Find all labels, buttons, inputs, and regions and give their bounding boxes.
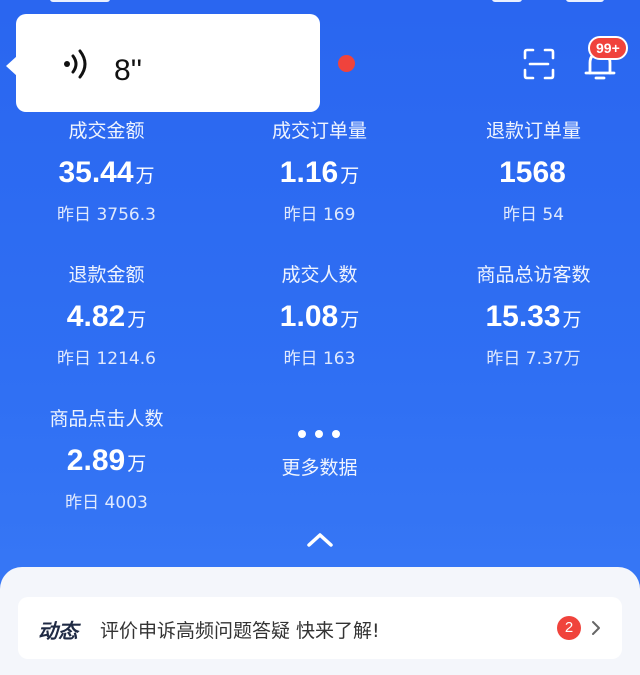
metric-label: 成交金额 xyxy=(68,120,145,142)
metric-value: 1.08 万 xyxy=(279,300,360,333)
metric-yesterday: 昨日 4003 xyxy=(65,493,148,513)
news-tag: 动态 xyxy=(38,619,78,643)
metric-orders[interactable]: 成交订单量 1.16 万 昨日 169 xyxy=(213,120,426,225)
more-data-button[interactable]: 更多数据 xyxy=(213,420,426,480)
notification-button[interactable]: 99+ xyxy=(582,36,628,86)
metric-label: 商品点击人数 xyxy=(49,408,164,430)
metric-yesterday: 昨日 1214.6 xyxy=(57,349,156,369)
metric-label: 成交人数 xyxy=(281,264,358,286)
metric-label: 退款订单量 xyxy=(485,120,581,142)
metric-value: 1568 xyxy=(499,156,566,189)
metric-label: 商品总访客数 xyxy=(476,264,591,286)
voice-message-bubble[interactable]: 8'' xyxy=(6,14,320,112)
chevron-up-icon[interactable] xyxy=(305,530,335,548)
metric-yesterday: 昨日 54 xyxy=(502,205,565,225)
metric-visitors[interactable]: 商品总访客数 15.33 万 昨日 7.37万 xyxy=(427,264,640,369)
metric-refund-orders[interactable]: 退款订单量 1568 昨日 54 xyxy=(427,120,640,225)
metric-buyers[interactable]: 成交人数 1.08 万 昨日 163 xyxy=(213,264,426,369)
metric-yesterday: 昨日 7.37万 xyxy=(486,349,581,369)
news-bar[interactable]: 动态 评价申诉高频问题答疑 快来了解! 2 xyxy=(18,597,622,659)
metric-value: 15.33 万 xyxy=(485,300,582,333)
news-text: 评价申诉高频问题答疑 快来了解! xyxy=(100,620,380,642)
metric-yesterday: 昨日 169 xyxy=(283,205,356,225)
metric-clicks[interactable]: 商品点击人数 2.89 万 昨日 4003 xyxy=(0,408,213,513)
metric-yesterday: 昨日 3756.3 xyxy=(57,205,156,225)
scan-icon[interactable] xyxy=(523,48,555,80)
metric-value: 35.44 万 xyxy=(58,156,155,189)
more-dots-icon xyxy=(298,430,340,438)
metric-value: 2.89 万 xyxy=(66,444,147,477)
notification-badge: 99+ xyxy=(588,36,628,60)
metric-gmv[interactable]: 成交金额 35.44 万 昨日 3756.3 xyxy=(0,120,213,225)
voice-icon xyxy=(64,49,87,79)
metric-value: 1.16 万 xyxy=(279,156,360,189)
metric-label: 成交订单量 xyxy=(271,120,367,142)
unread-dot xyxy=(338,55,355,72)
more-data-label: 更多数据 xyxy=(281,457,358,479)
metric-refund-amount[interactable]: 退款金额 4.82 万 昨日 1214.6 xyxy=(0,264,213,369)
metric-yesterday: 昨日 163 xyxy=(283,349,356,369)
metric-label: 退款金额 xyxy=(68,264,145,286)
metric-value: 4.82 万 xyxy=(66,300,147,333)
chevron-right-icon xyxy=(592,621,600,635)
voice-duration: 8'' xyxy=(114,54,143,87)
news-count-badge: 2 xyxy=(557,616,581,640)
